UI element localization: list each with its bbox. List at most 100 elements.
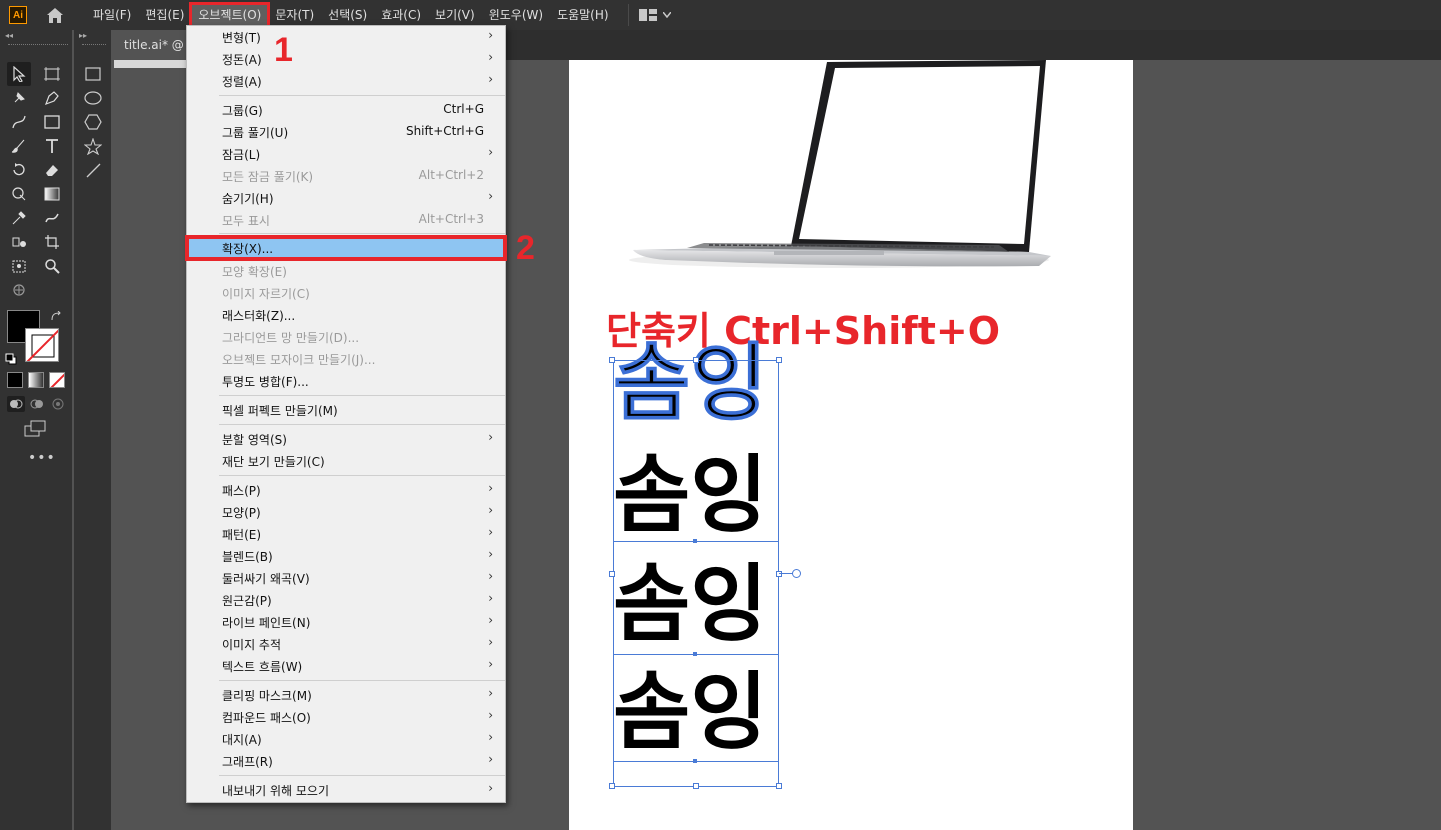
menu-item-envelope-distort[interactable]: 둘러싸기 왜곡(V) ›: [187, 567, 505, 589]
submenu-arrow-icon: ›: [488, 481, 493, 495]
submenu-arrow-icon: ›: [488, 752, 493, 766]
menu-edit[interactable]: 편집(E): [138, 4, 191, 26]
menu-item-align[interactable]: 정렬(A) ›: [187, 70, 505, 92]
menu-item-path[interactable]: 패스(P) ›: [187, 479, 505, 501]
panel-grip[interactable]: [8, 44, 68, 46]
none-mode-icon[interactable]: [49, 372, 65, 388]
menu-item-expand-appearance[interactable]: 모양 확장(E): [187, 260, 505, 282]
more-tools-icon[interactable]: •••: [28, 450, 56, 466]
resize-handle[interactable]: [776, 783, 782, 789]
menu-item-pattern[interactable]: 패턴(E) ›: [187, 523, 505, 545]
draw-behind-icon[interactable]: [28, 396, 46, 412]
menu-item-artboards[interactable]: 대지(A) ›: [187, 728, 505, 750]
draw-inside-icon[interactable]: [49, 396, 67, 412]
eyedropper-tool-icon[interactable]: [7, 206, 31, 230]
menu-item-create-trim-marks[interactable]: 재단 보기 만들기(C): [187, 450, 505, 472]
menu-item-image-trace[interactable]: 이미지 추적 ›: [187, 633, 505, 655]
collapse-arrows-icon[interactable]: ▸▸: [74, 30, 111, 42]
menu-item-hide[interactable]: 숨기기(H) ›: [187, 187, 505, 209]
menu-item-crop-image[interactable]: 이미지 자르기(C): [187, 282, 505, 304]
menu-object[interactable]: 오브젝트(O): [189, 2, 271, 28]
menu-item-group[interactable]: 그룹(G) Ctrl+G: [187, 99, 505, 121]
menu-item-pixel-perfect[interactable]: 픽셀 퍼펙트 만들기(M): [187, 399, 505, 421]
screen-mode-icon[interactable]: [24, 420, 48, 442]
eraser-tool-icon[interactable]: [40, 158, 64, 182]
panel-grip[interactable]: [82, 44, 106, 46]
star-shape-icon[interactable]: [81, 134, 105, 158]
rotate-tool-icon[interactable]: [7, 158, 31, 182]
text-thread-port[interactable]: [792, 569, 801, 578]
menu-item-collect-for-export[interactable]: 내보내기 위해 모으기 ›: [187, 779, 505, 801]
menu-item-graph[interactable]: 그래프(R) ›: [187, 750, 505, 772]
selection-tool-icon[interactable]: [7, 62, 31, 86]
slice-tool-icon[interactable]: [7, 254, 31, 278]
submenu-arrow-icon: ›: [488, 503, 493, 517]
menu-item-lock[interactable]: 잠금(L) ›: [187, 143, 505, 165]
menu-item-object-mosaic[interactable]: 오브젝트 모자이크 만들기(J)...: [187, 348, 505, 370]
symbol-sprayer-tool-icon[interactable]: [7, 230, 31, 254]
artboard-tool-icon[interactable]: [40, 62, 64, 86]
zoom-tool-icon[interactable]: [40, 254, 64, 278]
menu-item-arrange[interactable]: 정돈(A) ›: [187, 48, 505, 70]
rectangle-tool-icon[interactable]: [40, 110, 64, 134]
warp-tool-icon[interactable]: [7, 182, 31, 206]
resize-handle[interactable]: [609, 357, 615, 363]
resize-handle[interactable]: [776, 571, 782, 577]
menu-item-slice[interactable]: 분할 영역(S) ›: [187, 428, 505, 450]
menu-item-transform[interactable]: 변형(T) ›: [187, 26, 505, 48]
rectangle-shape-icon[interactable]: [81, 62, 105, 86]
menu-item-show-all[interactable]: 모두 표시 Alt+Ctrl+3: [187, 209, 505, 231]
menu-item-live-paint[interactable]: 라이브 페인트(N) ›: [187, 611, 505, 633]
menu-item-ungroup[interactable]: 그룹 풀기(U) Shift+Ctrl+G: [187, 121, 505, 143]
menu-select[interactable]: 선택(S): [321, 4, 374, 26]
menu-item-flatten-transparency[interactable]: 투명도 병합(F)...: [187, 370, 505, 392]
step-2-annotation: 2: [516, 229, 535, 267]
menu-file[interactable]: 파일(F): [86, 4, 138, 26]
menu-item-compound-path[interactable]: 컴파운드 패스(O) ›: [187, 706, 505, 728]
menu-item-rasterize[interactable]: 래스터화(Z)...: [187, 304, 505, 326]
resize-handle[interactable]: [609, 571, 615, 577]
pen-tool-icon[interactable]: [40, 86, 64, 110]
gradient-mode-icon[interactable]: [28, 372, 44, 388]
gradient-tool-icon[interactable]: [40, 182, 64, 206]
menu-item-perspective[interactable]: 원근감(P) ›: [187, 589, 505, 611]
menu-item-text-wrap[interactable]: 텍스트 흐름(W) ›: [187, 655, 505, 677]
curvature-tool-icon[interactable]: [7, 110, 31, 134]
submenu-arrow-icon: ›: [488, 781, 493, 795]
draw-normal-icon[interactable]: [7, 396, 25, 412]
default-colors-icon[interactable]: [5, 350, 17, 369]
collapse-arrows-icon[interactable]: ◂◂: [0, 30, 72, 42]
line-segment-icon[interactable]: [81, 158, 105, 182]
paintbrush-tool-icon[interactable]: [7, 134, 31, 158]
home-icon[interactable]: [44, 5, 66, 25]
resize-handle[interactable]: [693, 783, 699, 789]
menu-help[interactable]: 도움말(H): [550, 4, 616, 26]
menu-item-blend[interactable]: 블렌드(B) ›: [187, 545, 505, 567]
color-mode-icon[interactable]: [7, 372, 23, 388]
polygon-shape-icon[interactable]: [81, 110, 105, 134]
ellipse-shape-icon[interactable]: [81, 86, 105, 110]
blend-tool-icon[interactable]: [40, 206, 64, 230]
pin-tool-icon[interactable]: [7, 86, 31, 110]
shape-builder-tool-icon[interactable]: [7, 278, 31, 302]
resize-handle[interactable]: [776, 357, 782, 363]
menu-window[interactable]: 윈도우(W): [482, 4, 550, 26]
selection-bounding-box[interactable]: [613, 360, 779, 787]
swap-colors-icon[interactable]: [50, 308, 62, 327]
menu-item-expand[interactable]: 확장(X)...: [185, 235, 507, 261]
menu-effect[interactable]: 효과(C): [374, 4, 428, 26]
menu-item-gradient-mesh[interactable]: 그라디언트 망 만들기(D)...: [187, 326, 505, 348]
workspace-switcher[interactable]: [627, 4, 671, 26]
menu-item-unlock-all[interactable]: 모든 잠금 풀기(K) Alt+Ctrl+2: [187, 165, 505, 187]
resize-handle[interactable]: [693, 357, 699, 363]
stroke-color-swatch[interactable]: [25, 328, 59, 362]
menu-item-clipping-mask[interactable]: 클리핑 마스크(M) ›: [187, 684, 505, 706]
resize-handle[interactable]: [609, 783, 615, 789]
artboard-crop-tool-icon[interactable]: [40, 230, 64, 254]
type-tool-icon[interactable]: [40, 134, 64, 158]
menu-type[interactable]: 문자(T): [268, 4, 321, 26]
canvas-edge: [114, 60, 188, 68]
menu-item-shape[interactable]: 모양(P) ›: [187, 501, 505, 523]
menu-view[interactable]: 보기(V): [428, 4, 482, 26]
document-tab[interactable]: title.ai* @: [114, 30, 194, 60]
